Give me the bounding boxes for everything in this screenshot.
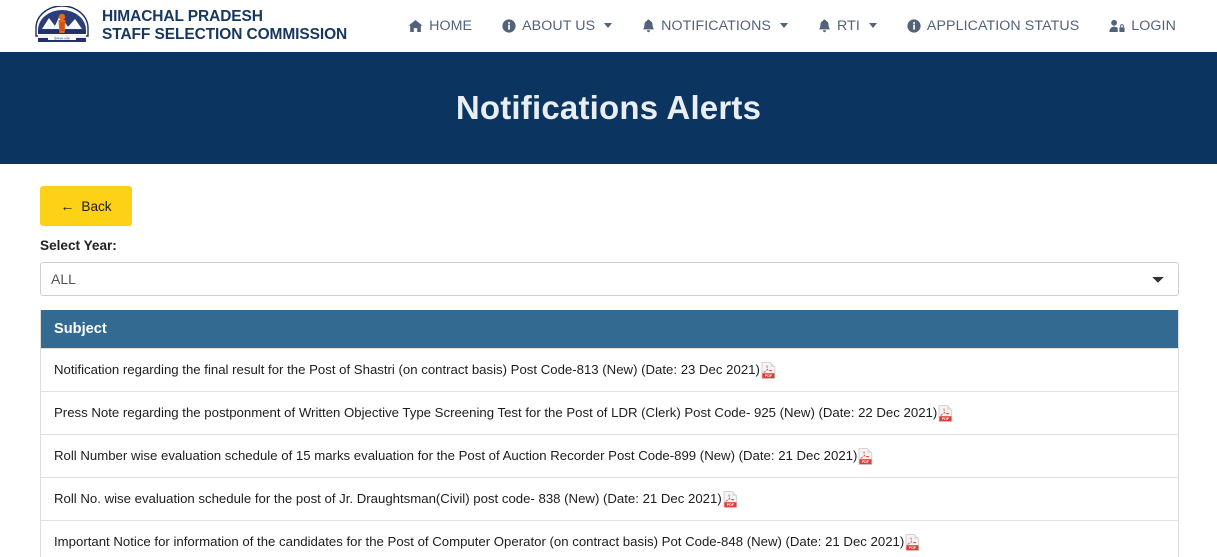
notification-subject: Notification regarding the final result … xyxy=(54,361,760,377)
back-button[interactable]: ← Back xyxy=(40,186,132,226)
nav-item-rti[interactable]: RTI xyxy=(803,12,892,40)
svg-text:PDF: PDF xyxy=(765,374,773,378)
pdf-icon[interactable]: PDF xyxy=(905,533,920,551)
page-content: ← Back Select Year: ALL Subject Notifica… xyxy=(0,164,1217,557)
pdf-icon[interactable]: PDF xyxy=(723,490,738,508)
main-nav: HOME ABOUT US NOTIFICATIONS RTI APPLICAT… xyxy=(393,12,1191,40)
nav-item-application-status[interactable]: APPLICATION STATUS xyxy=(892,12,1094,40)
back-button-label: Back xyxy=(81,198,112,214)
nav-item-about-us[interactable]: ABOUT US xyxy=(487,12,627,40)
nav-label-login: LOGIN xyxy=(1131,17,1176,34)
pdf-icon[interactable]: PDF xyxy=(761,361,776,379)
notification-subject: Roll Number wise evaluation schedule of … xyxy=(54,447,858,463)
svg-text:PDF: PDF xyxy=(909,546,917,550)
table-row[interactable]: Notification regarding the final result … xyxy=(41,348,1178,391)
brand-line-1: HIMACHAL PRADESH xyxy=(102,8,263,26)
arrow-left-icon: ← xyxy=(60,198,75,214)
svg-text:PDF: PDF xyxy=(942,417,950,421)
nav-label-rti: RTI xyxy=(836,17,860,34)
top-navbar: हिमाचल प्रदेश HIMACHAL PRADESH STAFF SEL… xyxy=(0,0,1217,52)
page-banner: Notifications Alerts xyxy=(0,52,1217,164)
brand-name: HIMACHAL PRADESH STAFF SELECTION COMMISS… xyxy=(102,8,347,43)
select-year-dropdown[interactable]: ALL xyxy=(40,262,1179,296)
hpssc-emblem-logo: हिमाचल प्रदेश xyxy=(32,4,92,46)
nav-label-notifications: NOTIFICATIONS xyxy=(661,17,771,34)
table-header-subject: Subject xyxy=(41,310,1178,348)
home-icon xyxy=(408,19,423,33)
table-row[interactable]: Important Notice for information of the … xyxy=(41,520,1178,557)
svg-text:PDF: PDF xyxy=(862,460,870,464)
info-circle-icon xyxy=(907,18,921,33)
pdf-icon[interactable]: PDF xyxy=(858,447,873,465)
nav-item-home[interactable]: HOME xyxy=(393,12,487,40)
nav-item-login[interactable]: LOGIN xyxy=(1094,12,1191,40)
pdf-icon[interactable]: PDF xyxy=(938,404,953,422)
nav-label-home: HOME xyxy=(429,17,473,34)
notification-subject: Important Notice for information of the … xyxy=(54,533,905,549)
nav-item-notifications[interactable]: NOTIFICATIONS xyxy=(627,12,803,40)
bell-icon xyxy=(818,19,831,33)
user-lock-icon xyxy=(1109,19,1125,33)
bell-icon xyxy=(642,19,655,33)
brand-line-2: STAFF SELECTION COMMISSION xyxy=(102,25,348,43)
notification-subject: Roll No. wise evaluation schedule for th… xyxy=(54,490,722,506)
nav-label-application-status: APPLICATION STATUS xyxy=(926,17,1080,34)
notification-subject: Press Note regarding the postponment of … xyxy=(54,404,938,420)
page-title: Notifications Alerts xyxy=(455,89,762,126)
info-circle-icon xyxy=(502,18,516,33)
table-row[interactable]: Press Note regarding the postponment of … xyxy=(41,391,1178,434)
chevron-down-icon xyxy=(868,23,877,28)
table-row[interactable]: Roll No. wise evaluation schedule for th… xyxy=(41,477,1178,520)
brand-logo[interactable]: हिमाचल प्रदेश HIMACHAL PRADESH STAFF SEL… xyxy=(32,4,347,46)
svg-text:PDF: PDF xyxy=(727,503,735,507)
chevron-down-icon xyxy=(779,23,788,28)
table-row[interactable]: Roll Number wise evaluation schedule of … xyxy=(41,434,1178,477)
svg-text:हिमाचल प्रदेश: हिमाचल प्रदेश xyxy=(54,36,70,40)
chevron-down-icon xyxy=(604,23,613,28)
select-year-label: Select Year: xyxy=(40,238,117,253)
nav-label-about-us: ABOUT US xyxy=(522,17,596,34)
notifications-table: Subject Notification regarding the final… xyxy=(40,310,1179,557)
